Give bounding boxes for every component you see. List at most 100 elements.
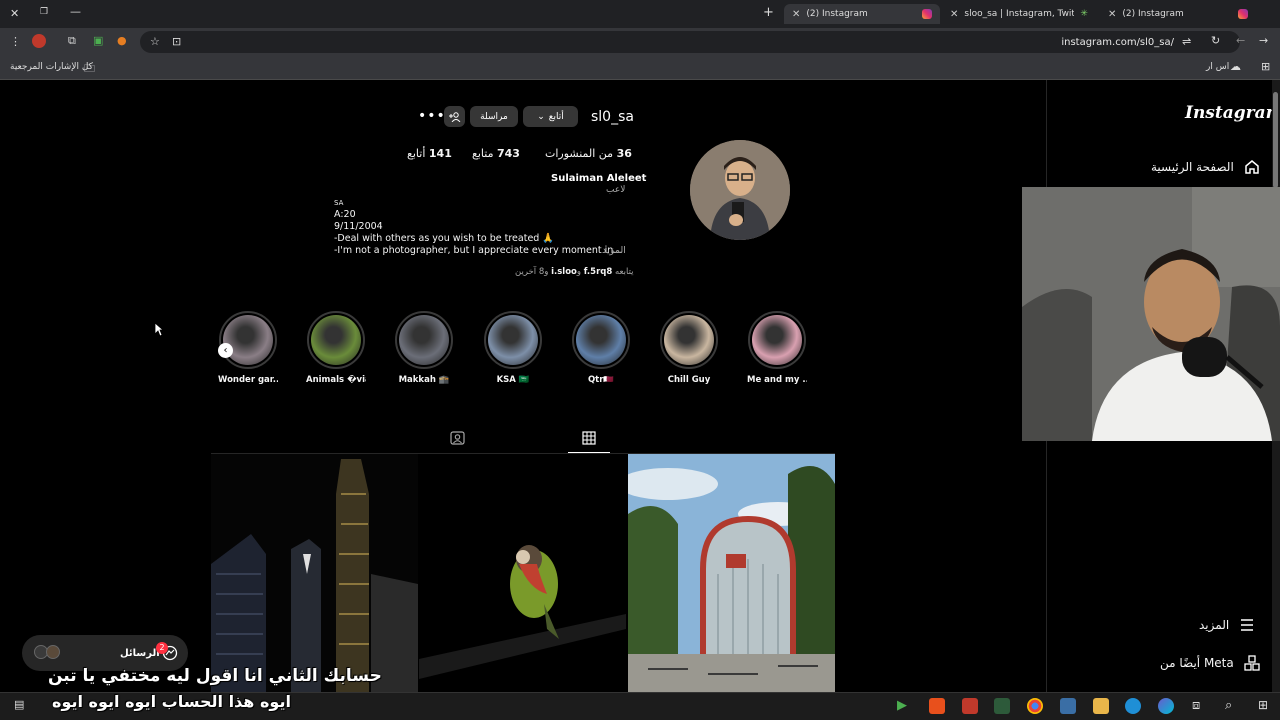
play-app-icon[interactable]: ▶ [897, 698, 913, 714]
more-options-icon[interactable]: ••• [418, 108, 446, 124]
avatar-photo [690, 140, 790, 240]
window-close-icon[interactable]: ✕ [10, 7, 19, 20]
followers-label: متابع [472, 147, 494, 160]
bio-line: 9/11/2004 [334, 221, 383, 232]
tagged-tab-icon[interactable] [450, 431, 465, 445]
post-thumbnail[interactable] [628, 454, 835, 692]
edge-icon[interactable] [1125, 698, 1141, 714]
home-icon [1245, 160, 1259, 174]
bookmark-favicon-icon: ☁ [1230, 60, 1241, 73]
highlight-item[interactable]: Qtr🇶🇦 [571, 311, 631, 385]
install-app-icon[interactable]: ⊡ [172, 35, 181, 48]
nav-home[interactable]: الصفحة الرئيسية [1151, 159, 1260, 175]
following-label: أتابع [407, 147, 426, 160]
instagram-logo[interactable]: Instagram [1185, 103, 1280, 123]
browser-menu-icon[interactable]: ⋮ [10, 35, 21, 48]
suggested-users-button[interactable] [444, 106, 465, 127]
screen-capture-icon[interactable]: ▣ [93, 34, 103, 47]
bio-line: -I'm not a photographer, but I appreciat… [334, 245, 623, 256]
posts-label: من المنشورات [545, 147, 614, 160]
highlight-ring [395, 311, 453, 369]
followed-by-suffix: و8 آخرين [515, 267, 549, 277]
window-restore-icon[interactable]: ❐ [40, 7, 48, 17]
followers-count: 743 [496, 147, 520, 160]
app-icon[interactable] [994, 698, 1010, 714]
highlight-item[interactable]: Me and my ... [747, 311, 807, 385]
extension-icon[interactable]: ● [117, 34, 127, 47]
highlight-cover [311, 315, 361, 365]
message-button[interactable]: مراسلة [470, 106, 518, 127]
highlight-item[interactable]: KSA 🇸🇦 [483, 311, 543, 385]
all-bookmarks-link[interactable]: كل الإشارات المرجعية [10, 62, 93, 72]
tab-sloo-sa[interactable]: ✕ sloo_sa | Instagram, Twitch | Lin ✳ [942, 4, 1098, 24]
profile-avatar-icon[interactable] [32, 34, 46, 48]
task-view-icon[interactable]: ⧈ [1192, 698, 1208, 714]
file-explorer-icon[interactable] [1093, 698, 1109, 714]
subtitle-line-2: ايوه هذا الحساب ايوه ايوه ايوه [52, 692, 291, 711]
copilot-icon[interactable] [1158, 698, 1174, 714]
tab-instagram-2[interactable]: ✕ (2) Instagram [1100, 4, 1256, 24]
chrome-icon[interactable] [1027, 698, 1043, 714]
highlight-ring [572, 311, 630, 369]
follow-button-label: أتابع [548, 111, 564, 122]
posts-count-stat: 36 من المنشورات [545, 147, 632, 160]
highlight-label: Chill Guy [667, 375, 711, 385]
store-icon[interactable] [1060, 698, 1076, 714]
add-user-icon [448, 111, 460, 122]
highlight-ring [660, 311, 718, 369]
highlight-item[interactable]: Animals �via [306, 311, 366, 385]
url-text[interactable]: instagram.com/sl0_sa/ [1061, 37, 1174, 48]
post-thumbnail[interactable] [419, 454, 626, 692]
highlight-label: Animals �via [306, 375, 366, 385]
apps-grid-icon[interactable]: ⊞ [1261, 60, 1270, 73]
app-icon[interactable] [962, 698, 978, 714]
profile-username: sl0_sa [591, 109, 634, 125]
tab-instagram-active[interactable]: ✕ (2) Instagram [784, 4, 940, 24]
nav-more[interactable]: المزيد [1199, 618, 1255, 632]
highlight-cover [752, 315, 802, 365]
back-icon[interactable]: → [1259, 34, 1268, 47]
highlight-cover [576, 315, 626, 365]
post-image-night-towers [211, 454, 418, 692]
linktree-favicon-icon: ✳ [1080, 9, 1088, 19]
search-icon[interactable]: ⌕ [1225, 698, 1241, 714]
extensions-icon[interactable]: ⧉ [68, 34, 76, 48]
app-icon[interactable] [929, 698, 945, 714]
highlight-item[interactable]: Makkah 🕋 [394, 311, 454, 385]
highlights-prev-button[interactable]: ‹ [218, 343, 233, 358]
highlight-ring [748, 311, 806, 369]
browser-tab-bar: ✕ ❐ — + ✕ (2) Instagram ✕ sloo_sa | Inst… [0, 0, 1280, 28]
reload-icon[interactable]: ↻ [1211, 34, 1220, 47]
profile-bookmark-link[interactable]: اس ار [1206, 62, 1229, 72]
webcam-feed [1022, 187, 1280, 441]
forward-icon[interactable]: ← [1236, 34, 1245, 47]
highlight-item[interactable]: Chill Guy [659, 311, 719, 385]
menu-icon [1241, 619, 1254, 631]
window-minimize-icon[interactable]: — [70, 5, 81, 18]
instagram-favicon-icon [1238, 9, 1248, 19]
start-icon[interactable]: ⊞ [1258, 698, 1274, 714]
following-stat[interactable]: 141 أتابع [407, 147, 452, 160]
mouse-cursor-icon [154, 322, 164, 337]
nav-more-label: المزيد [1199, 618, 1230, 632]
post-image-parrot [419, 454, 626, 692]
tab-close-icon[interactable]: ✕ [950, 9, 958, 20]
followers-stat[interactable]: 743 متابع [472, 147, 520, 160]
bookmark-star-icon[interactable]: ☆ [150, 35, 160, 48]
tab-close-icon[interactable]: ✕ [792, 9, 800, 20]
following-count: 141 [428, 147, 452, 160]
chevron-down-icon: ⌄ [537, 111, 545, 122]
bio-more-link[interactable]: المزيد [602, 245, 626, 256]
site-settings-icon[interactable]: ⇌ [1182, 35, 1191, 48]
new-tab-icon[interactable]: + [763, 5, 774, 20]
nav-meta[interactable]: أيضًا من Meta [1160, 655, 1260, 671]
follow-button[interactable]: ⌄ أتابع [523, 106, 578, 127]
posts-grid-tab-icon[interactable] [582, 431, 596, 445]
notification-icon[interactable]: ▤ [14, 698, 30, 714]
profile-avatar[interactable] [690, 140, 790, 240]
scrollbar-thumb[interactable] [1273, 92, 1278, 188]
post-thumbnail[interactable] [211, 454, 418, 692]
followed-by-text[interactable]: يتابعه f.5rq8 وi.sloo و8 آخرين [515, 267, 634, 277]
nav-meta-label: أيضًا من Meta [1160, 656, 1234, 670]
tab-close-icon[interactable]: ✕ [1108, 9, 1116, 20]
